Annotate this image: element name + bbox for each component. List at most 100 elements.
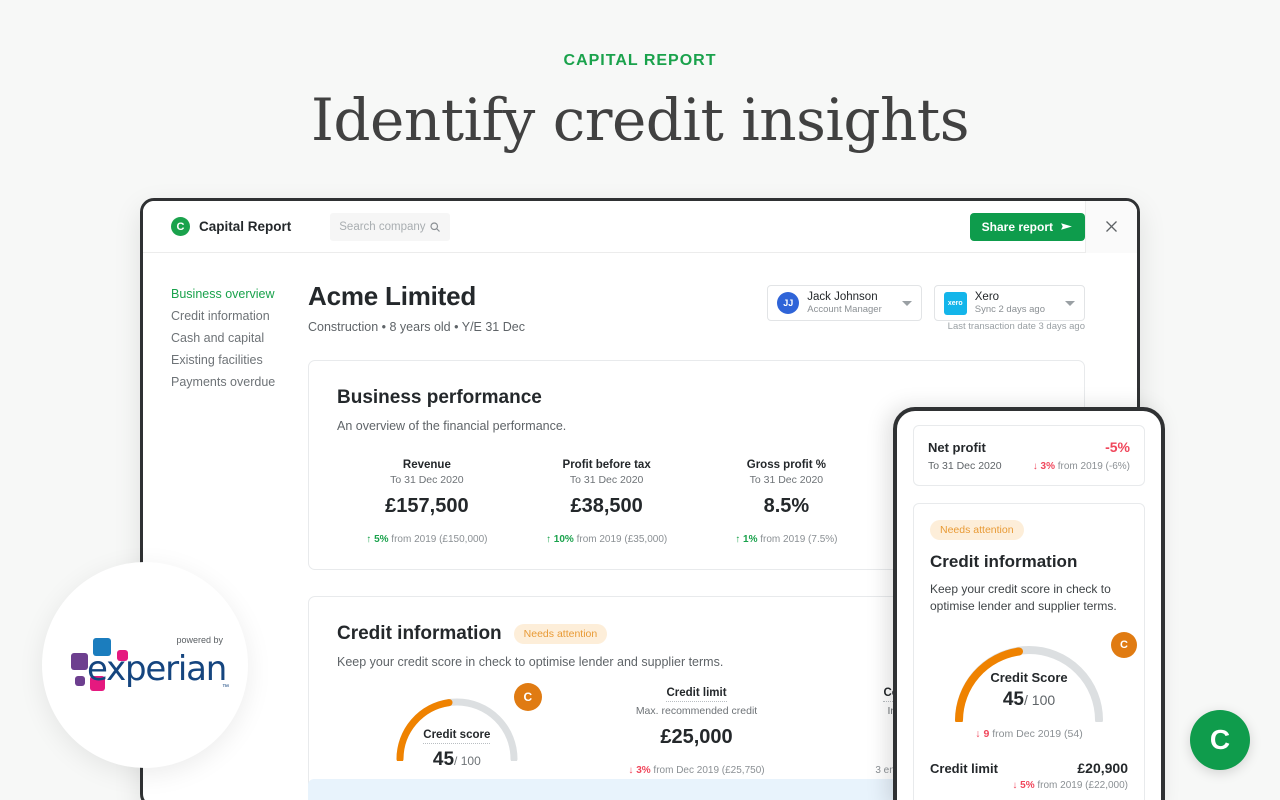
metric-delta-value: 5%	[374, 534, 389, 545]
close-button[interactable]	[1085, 201, 1137, 253]
phone-net-profit-delta-rest: from 2019 (-6%)	[1057, 461, 1130, 472]
metric-delta-value: 1%	[743, 534, 758, 545]
phone-credit-limit-delta-rest: from 2019 (£22,000)	[1037, 779, 1128, 791]
integration-sync: Sync 2 days ago	[974, 304, 1045, 316]
logo-square-purple	[71, 653, 88, 670]
phone-credit-desc: Keep your credit score in check to optim…	[930, 582, 1117, 614]
phone-credit-limit-delta: ↓ 5% from 2019 (£22,000)	[930, 780, 1128, 791]
floating-chat-badge[interactable]: C	[1190, 710, 1250, 770]
credit-limit-delta: ↓ 3% from Dec 2019 (£25,750)	[577, 765, 817, 776]
integration-dropdown[interactable]: xero Xero Sync 2 days ago	[933, 285, 1085, 321]
phone-status-badge: Needs attention	[930, 520, 1024, 540]
company-name: Acme Limited	[308, 281, 477, 311]
close-icon	[1106, 221, 1117, 232]
sidebar-item-existing-facilities[interactable]: Existing facilities	[171, 349, 308, 371]
logo-square-purple-small	[75, 676, 85, 686]
arrow-up-icon: ↑	[735, 534, 741, 545]
phone-net-profit-period: To 31 Dec 2020	[928, 460, 1002, 472]
header-selectors: JJ Jack Johnson Account Manager xero Xer…	[767, 281, 1085, 332]
phone-credit-card: Needs attention Credit information Keep …	[913, 503, 1145, 800]
brand-name: Capital Report	[199, 219, 292, 234]
phone-content: Net profit -5% To 31 Dec 2020 ↓ 3% from …	[897, 411, 1161, 800]
phone-net-profit-delta-value: 3%	[1040, 461, 1055, 472]
phone-credit-limit-label: Credit limit	[930, 760, 998, 776]
sidebar-item-payments-overdue[interactable]: Payments overdue	[171, 371, 308, 393]
page-title: Identify credit insights	[311, 86, 969, 154]
credit-score-gauge: Credit score 45/ 100 C ↓ 9 from	[337, 683, 577, 800]
phone-credit-score-gauge: Credit Score 45/ 100 C	[949, 631, 1137, 724]
account-manager-role: Account Manager	[807, 304, 882, 316]
search-icon	[430, 221, 441, 232]
experian-tm: ™	[222, 684, 229, 691]
phone-credit-score-max: / 100	[1024, 691, 1056, 708]
send-icon	[1061, 223, 1072, 230]
metric-delta-rest: from 2019 (£35,000)	[576, 534, 668, 545]
phone-credit-title: Credit information	[930, 552, 1078, 571]
hero-section: CAPITAL REPORT Identify credit insights	[0, 0, 1280, 154]
phone-net-profit-value: -5%	[1105, 439, 1130, 455]
metric-value: 8.5%	[763, 495, 810, 517]
chevron-down-icon	[1065, 300, 1075, 306]
metric-profit-before-tax: Profit before tax To 31 Dec 2020 £38,500…	[517, 459, 697, 545]
phone-credit-limit-delta-value: 5%	[1020, 779, 1035, 791]
metric-label: Profit before tax	[562, 459, 651, 471]
credit-score-max: / 100	[454, 754, 481, 768]
sidebar-item-cash-and-capital[interactable]: Cash and capital	[171, 327, 308, 349]
credit-information-title: Credit information	[337, 623, 502, 644]
metric-value: £157,500	[385, 495, 469, 517]
xero-logo-icon: xero	[943, 291, 967, 315]
hero-eyebrow: CAPITAL REPORT	[563, 52, 717, 69]
app-topbar: C Capital Report Search company Share re…	[143, 201, 1137, 253]
account-manager-name: Jack Johnson	[807, 290, 878, 303]
metric-gross-profit-pct: Gross profit % To 31 Dec 2020 8.5% ↑ 1% …	[697, 459, 877, 545]
experian-logo: powered by experian ™	[65, 633, 229, 697]
phone-credit-limit-row: Credit limit £20,900	[930, 760, 1128, 776]
metric-delta: ↑ 1% from 2019 (7.5%)	[697, 534, 877, 545]
credit-score-number: 45	[432, 749, 455, 770]
credit-limit-value: £25,000	[660, 726, 733, 748]
metric-delta: ↑ 5% from 2019 (£150,000)	[337, 534, 517, 545]
credit-limit-label: Credit limit	[666, 687, 727, 702]
phone-net-profit-delta: ↓ 3% from 2019 (-6%)	[1033, 461, 1130, 472]
share-report-button[interactable]: Share report	[969, 212, 1085, 241]
arrow-down-icon: ↓	[1032, 461, 1038, 472]
credit-limit-sub: Max. recommended credit	[635, 705, 758, 717]
topbar-actions: Share report	[969, 201, 1137, 253]
credit-score-value: 45/ 100	[390, 749, 524, 771]
experian-wordmark: experian	[87, 649, 227, 689]
credit-score-label: Credit score	[423, 729, 491, 744]
experian-badge: powered by experian ™	[42, 562, 248, 768]
arrow-up-icon: ↑	[366, 534, 372, 545]
metric-period: To 31 Dec 2020	[390, 474, 464, 486]
metric-label: Revenue	[402, 459, 451, 471]
brand: C Capital Report	[171, 217, 291, 236]
metric-label: Gross profit %	[746, 459, 826, 471]
search-input[interactable]: Search company	[330, 212, 451, 241]
phone-credit-score-delta: ↓ 9 from Dec 2019 (54)	[930, 728, 1128, 740]
app-logo-icon: C	[171, 217, 190, 236]
phone-net-profit-label: Net profit	[928, 440, 986, 455]
sidebar-item-credit-information[interactable]: Credit information	[171, 305, 308, 327]
metric-delta-value: 10%	[553, 534, 574, 545]
phone-net-profit-card: Net profit -5% To 31 Dec 2020 ↓ 3% from …	[913, 425, 1145, 486]
metric-period: To 31 Dec 2020	[749, 474, 824, 486]
metric-delta-rest: from 2019 (£150,000)	[391, 534, 488, 545]
avatar: JJ	[777, 292, 800, 314]
account-manager-dropdown[interactable]: JJ Jack Johnson Account Manager	[767, 285, 922, 321]
arrow-down-icon: ↓	[975, 727, 981, 740]
search-placeholder: Search company	[339, 220, 426, 233]
credit-limit-delta-rest: from Dec 2019 (£25,750)	[653, 765, 765, 776]
experian-powered-by: powered by	[176, 635, 223, 645]
company-header: Acme Limited Construction • 8 years old …	[308, 281, 1137, 334]
metric-delta-rest: from 2019 (7.5%)	[760, 534, 838, 545]
chevron-down-icon	[901, 300, 912, 306]
credit-limit-delta-value: 3%	[636, 765, 651, 776]
status-badge: Needs attention	[513, 624, 608, 644]
phone-credit-score-number: 45	[1002, 688, 1024, 710]
page-root: CAPITAL REPORT Identify credit insights …	[0, 0, 1280, 800]
sidebar-item-business-overview[interactable]: Business overview	[171, 283, 308, 305]
arrow-up-icon: ↑	[546, 534, 552, 545]
phone-credit-score-delta-rest: from Dec 2019 (54)	[992, 727, 1083, 740]
metric-value: £38,500	[570, 495, 643, 517]
business-performance-title: Business performance	[337, 387, 542, 408]
